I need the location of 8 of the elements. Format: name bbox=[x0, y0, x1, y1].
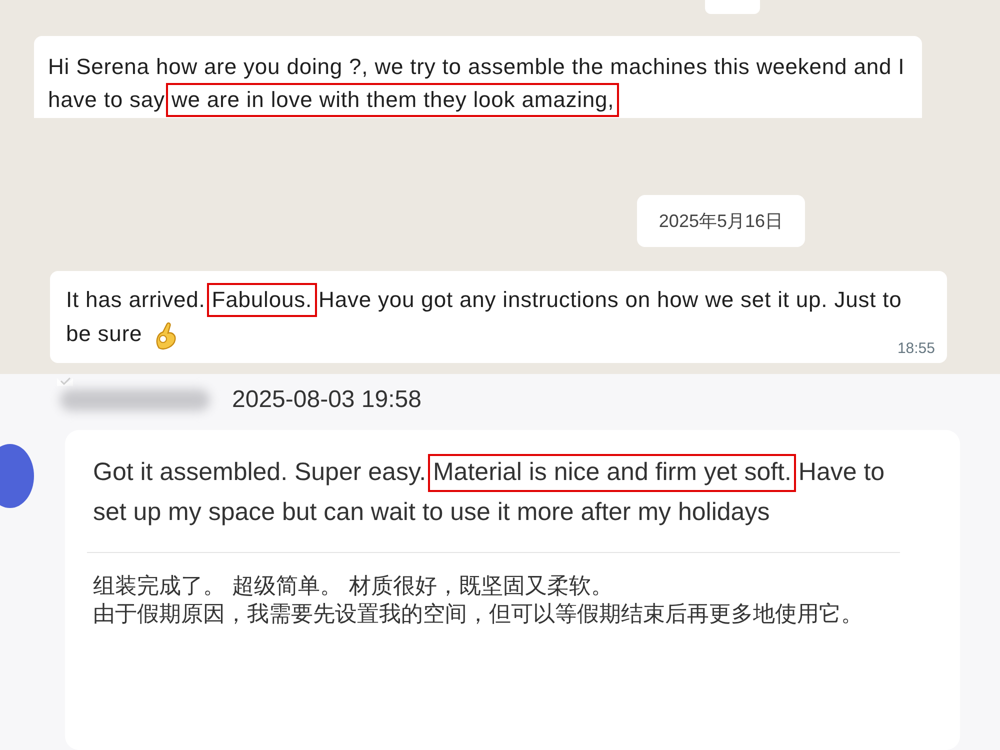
date-chip: 2025年5月16日 bbox=[636, 195, 805, 247]
review-date: 2025-08-03 19:58 bbox=[232, 386, 422, 414]
message-time: 18:55 bbox=[897, 340, 935, 357]
review-text: Got it assembled. Super easy. Material is nice and firm yet soft. Have to set up my space but can wait to use it more after my holidays bbox=[93, 452, 900, 532]
translation-text: 由于假期原因，我需要先设置我的空间，但可以等假期结束后再更多地使用它。 bbox=[93, 601, 864, 629]
translation-text: 组装完成了。 超级简单。 材质很好，既坚固又柔软。 bbox=[93, 573, 614, 601]
message-text: Hi Serena how are you doing ?, we try to assemble the machines this weekend and I have to say we are in love with them they look amazing, bbox=[48, 50, 908, 117]
avatar bbox=[0, 444, 34, 508]
